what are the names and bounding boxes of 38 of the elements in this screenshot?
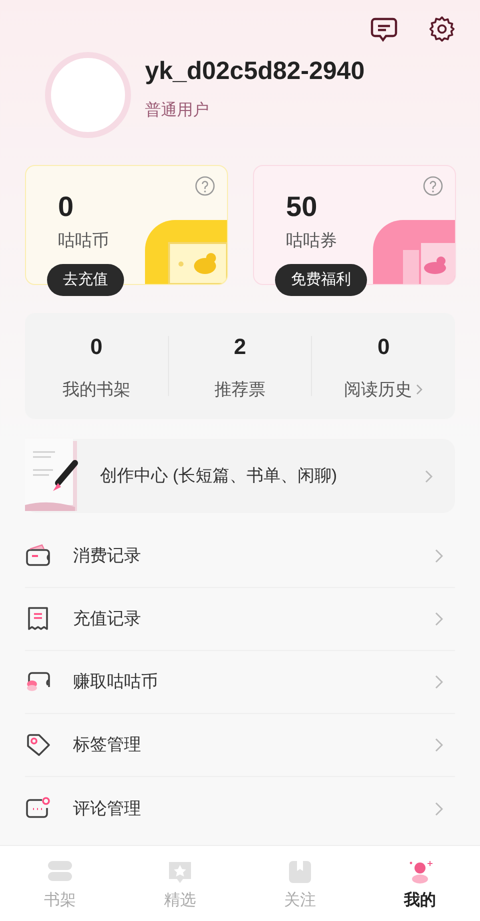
- username: yk_d02c5d82-2940: [145, 56, 365, 88]
- tab[interactable]: 我的: [360, 846, 480, 921]
- card-action-button[interactable]: 免费福利: [275, 264, 367, 296]
- stat-value: 0: [378, 332, 390, 361]
- stat-value: 0: [90, 332, 102, 361]
- card-action-button[interactable]: 去充值: [47, 264, 124, 296]
- stat-label[interactable]: 推荐票: [214, 376, 266, 402]
- chevron-right-icon: [435, 675, 443, 689]
- chevron-right-icon: [435, 802, 443, 816]
- menu-item[interactable]: 标签管理: [25, 714, 455, 777]
- creation-center-label: 创作中心 (长短篇、书单、闲聊): [100, 465, 338, 488]
- bookmark-book-icon: [286, 859, 314, 885]
- card-amount: 50: [286, 190, 318, 224]
- tag-icon: [25, 732, 51, 758]
- help-icon[interactable]: [423, 176, 443, 196]
- creation-center[interactable]: 创作中心 (长短篇、书单、闲聊): [25, 439, 455, 513]
- stat-value: 2: [234, 332, 246, 361]
- help-icon[interactable]: [195, 176, 215, 196]
- settings-icon[interactable]: [428, 15, 456, 43]
- card-label: 咕咕币: [58, 230, 109, 252]
- menu-item[interactable]: 消费记录: [25, 525, 455, 588]
- chevron-right-icon: [425, 470, 433, 482]
- stat-label[interactable]: 阅读历史: [344, 376, 412, 402]
- chevron-right-icon: [435, 612, 443, 626]
- user-level: 普通用户: [145, 100, 210, 121]
- chevron-right-icon: [416, 384, 424, 395]
- wallet-icon: [25, 543, 51, 569]
- menu-item[interactable]: 评论管理: [25, 777, 455, 840]
- message-icon[interactable]: [370, 15, 398, 43]
- chevron-right-icon: [435, 738, 443, 752]
- card-label: 咕咕券: [286, 230, 337, 252]
- receipt-icon: [25, 606, 51, 632]
- star-badge-icon: [166, 859, 194, 885]
- stat-label[interactable]: 我的书架: [62, 376, 130, 402]
- menu-item[interactable]: 赚取咕咕币: [25, 651, 455, 714]
- menu-item[interactable]: 充值记录: [25, 588, 455, 651]
- chevron-right-icon: [435, 549, 443, 563]
- card-amount: 0: [58, 190, 74, 224]
